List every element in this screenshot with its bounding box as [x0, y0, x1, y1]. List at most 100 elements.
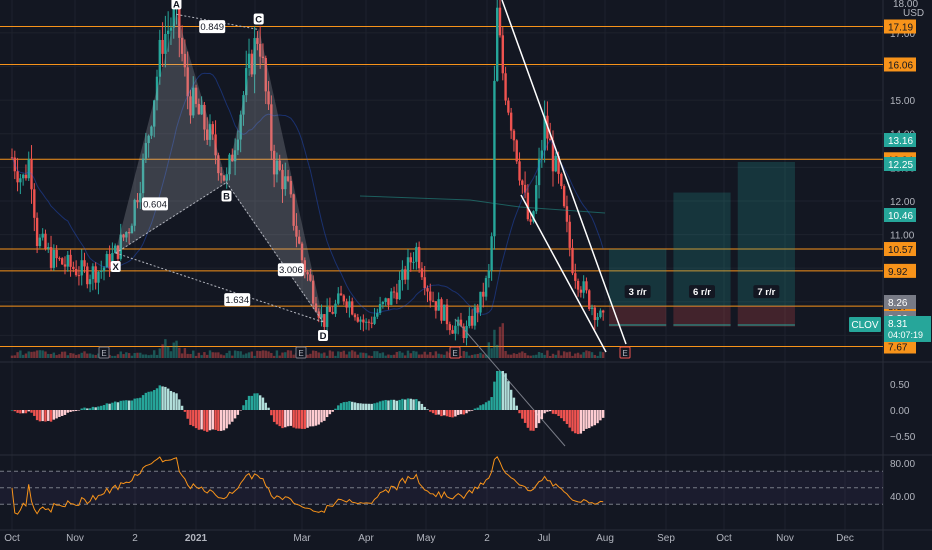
macd-histogram-bar: [568, 410, 571, 428]
macd-histogram-bar: [454, 410, 457, 417]
pattern-point-label[interactable]: A: [173, 0, 180, 10]
macd-histogram-bar: [264, 402, 267, 410]
macd-histogram-bar: [119, 400, 122, 410]
volume-bar: [52, 352, 56, 358]
macd-histogram-bar: [543, 410, 546, 414]
macd-histogram-bar: [77, 410, 81, 411]
candle-body: [504, 73, 507, 101]
macd-histogram-bar: [373, 403, 376, 410]
macd-histogram-bar: [387, 400, 390, 410]
candle-body: [63, 264, 67, 267]
rr-label[interactable]: 6 r/r: [693, 287, 711, 298]
candle-body: [100, 270, 103, 272]
volume-bar: [77, 354, 81, 358]
macd-histogram-bar: [331, 410, 334, 412]
volume-bar: [245, 353, 248, 358]
volume-bar: [236, 351, 240, 358]
macd-histogram-bar: [52, 410, 56, 420]
candle-body: [83, 260, 86, 267]
candle-body: [72, 266, 75, 270]
candle-body: [479, 291, 482, 313]
right-price-badge-label: 13.16: [888, 136, 913, 147]
ratio-label[interactable]: 3.006: [279, 265, 303, 276]
candle-body: [362, 319, 365, 323]
volume-bar: [356, 354, 359, 358]
pattern-point-label[interactable]: D: [320, 331, 327, 342]
volume-bar: [49, 353, 53, 358]
volume-bar: [535, 354, 538, 358]
candle-body: [496, 7, 499, 81]
candle-body: [60, 258, 64, 265]
volume-bar: [116, 354, 120, 358]
candle-body: [498, 7, 502, 36]
candle-body: [359, 319, 362, 322]
rr-label[interactable]: 3 r/r: [629, 287, 647, 298]
macd-histogram-bar: [434, 410, 438, 415]
macd-histogram-bar: [298, 410, 301, 429]
volume-bar: [21, 354, 25, 358]
pattern-point-label[interactable]: X: [113, 262, 120, 273]
candle-body: [470, 315, 474, 326]
macd-histogram-bar: [403, 399, 407, 410]
candle-body: [108, 254, 111, 269]
risk-zone: [673, 306, 731, 327]
candle-body: [509, 112, 513, 131]
volume-bar: [38, 350, 42, 358]
candle-body: [529, 219, 532, 222]
macd-axis-tick: 0.00: [890, 406, 910, 417]
volume-bar: [574, 353, 577, 358]
volume-bar: [398, 351, 401, 358]
volume-bar: [222, 355, 226, 358]
macd-histogram-bar: [540, 410, 544, 420]
volume-bar: [487, 342, 491, 358]
macd-histogram-bar: [256, 393, 259, 410]
volume-bar: [119, 351, 122, 358]
macd-histogram-bar: [245, 399, 248, 410]
macd-histogram-bar: [317, 410, 320, 425]
volume-bar: [125, 352, 128, 358]
macd-histogram-bar: [526, 410, 530, 428]
candle-body: [370, 322, 373, 324]
macd-histogram-bar: [136, 398, 139, 410]
rr-label[interactable]: 7 r/r: [757, 287, 775, 298]
ratio-label[interactable]: 0.849: [200, 22, 224, 33]
candle-body: [401, 269, 404, 281]
volume-bar: [208, 350, 212, 358]
volume-bar: [153, 350, 156, 358]
volume-bar: [289, 350, 293, 358]
volume-bar: [164, 339, 167, 358]
volume-bar: [490, 348, 493, 358]
price-axis-tick: 15.00: [890, 96, 915, 107]
pattern-point-label[interactable]: C: [255, 15, 262, 26]
time-axis-tick: Dec: [836, 533, 854, 544]
candle-body: [565, 206, 569, 222]
symbol-tag[interactable]: CLOV: [851, 320, 879, 331]
ratio-label[interactable]: 1.634: [225, 295, 249, 306]
candle-body: [445, 304, 449, 325]
macd-histogram-bar: [222, 410, 226, 431]
macd-histogram-bar: [590, 410, 594, 427]
macd-histogram-bar: [448, 410, 452, 418]
macd-histogram-bar: [41, 410, 44, 422]
volume-bar: [331, 351, 334, 358]
candle-body: [373, 316, 376, 324]
macd-histogram-bar: [401, 398, 404, 410]
time-axis-tick: Oct: [4, 533, 20, 544]
time-axis-tick: 2: [132, 533, 138, 544]
candle-body: [27, 159, 30, 179]
pattern-point-label[interactable]: B: [223, 191, 230, 202]
macd-histogram-bar: [66, 410, 69, 413]
volume-bar: [353, 351, 357, 358]
ratio-label[interactable]: 0.604: [143, 199, 167, 210]
macd-histogram-bar: [125, 400, 128, 410]
volume-bar: [601, 352, 605, 358]
macd-histogram-bar: [258, 395, 262, 410]
volume-bar: [412, 350, 415, 358]
volume-bar: [292, 354, 295, 358]
macd-histogram-bar: [38, 410, 42, 422]
volume-bar: [281, 352, 284, 358]
volume-bar: [320, 353, 323, 358]
candle-body: [448, 324, 452, 331]
volume-bar: [496, 344, 499, 358]
price-chart[interactable]: 3 r/r 6 r/r 7 r/r X A B C D 0.849 0.604 3.006 1.63…: [0, 0, 932, 550]
